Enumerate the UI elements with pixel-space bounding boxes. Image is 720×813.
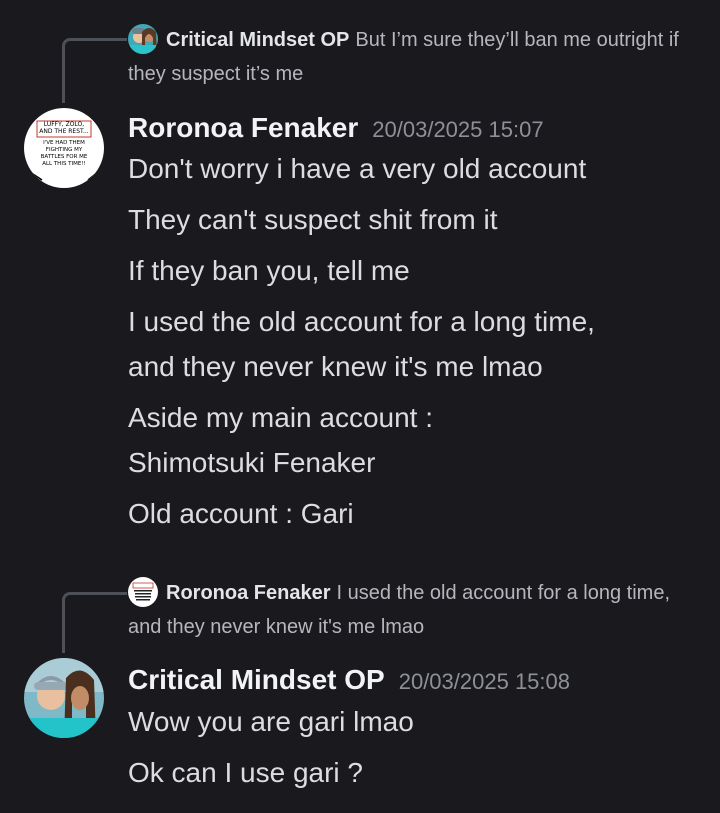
- message-line: Don't worry i have a very old account: [128, 153, 587, 184]
- avatar-caption-line: ALL THIS TIME!!: [42, 161, 86, 167]
- message-line: They can't suspect shit from it: [128, 204, 498, 235]
- avatar-caption-line: LUFFY, ZOLO,: [44, 121, 85, 128]
- avatar-caption-line: I'VE HAD THEM: [43, 140, 85, 146]
- reply-preview[interactable]: Roronoa Fenaker I used the old account fo…: [128, 576, 690, 644]
- message-header: Roronoa Fenaker 20/03/2025 15:07: [128, 112, 544, 144]
- reply-avatar: [128, 24, 158, 54]
- message-line: and they never knew it's me lmao: [128, 351, 543, 382]
- timestamp: 20/03/2025 15:07: [372, 117, 544, 142]
- reply-connector: [62, 592, 127, 653]
- message-line: I used the old account for a long time,: [128, 306, 595, 337]
- message-line: Ok can I use gari ?: [128, 757, 364, 788]
- avatar-caption-line: FIGHTING MY: [46, 147, 83, 153]
- avatar-caption-line: BATTLES FOR ME: [41, 154, 88, 160]
- avatar-caption-line: AND THE REST...: [39, 128, 89, 135]
- reply-preview[interactable]: Critical Mindset OP But I’m sure they’ll …: [128, 23, 690, 91]
- reply-author[interactable]: Critical Mindset OP: [166, 29, 349, 51]
- timestamp: 20/03/2025 15:08: [398, 669, 570, 694]
- avatar[interactable]: LUFFY, ZOLO, AND THE REST... I'VE HAD TH…: [24, 108, 104, 188]
- author-name[interactable]: Critical Mindset OP: [128, 664, 385, 695]
- author-name[interactable]: Roronoa Fenaker: [128, 112, 358, 143]
- reply-connector: [62, 38, 127, 103]
- message-header: Critical Mindset OP 20/03/2025 15:08: [128, 664, 570, 696]
- avatar[interactable]: [24, 658, 104, 738]
- message-line: Wow you are gari lmao: [128, 706, 414, 737]
- message-line: If they ban you, tell me: [128, 255, 410, 286]
- message-line: Old account : Gari: [128, 498, 354, 529]
- message-line: Aside my main account :: [128, 402, 434, 433]
- message-line: Shimotsuki Fenaker: [128, 447, 376, 478]
- reply-avatar: [128, 577, 158, 607]
- reply-author[interactable]: Roronoa Fenaker: [166, 582, 330, 604]
